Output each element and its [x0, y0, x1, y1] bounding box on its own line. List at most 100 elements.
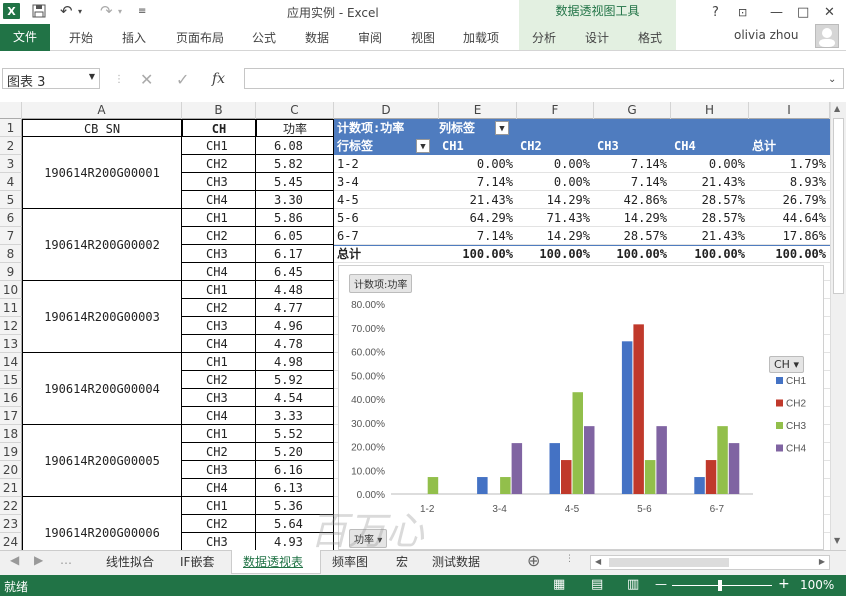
pivot-grand-total-cell[interactable]: 100.00%	[594, 245, 667, 263]
pivot-col-header[interactable]: CH1	[442, 137, 515, 155]
vertical-scrollbar[interactable]: ▲ ▼	[830, 102, 846, 550]
redo-icon[interactable]: ↷	[100, 2, 113, 20]
pivot-row-label[interactable]: 3-4	[337, 173, 427, 191]
pivot-row-label[interactable]: 5-6	[337, 209, 427, 227]
cell-power[interactable]: 6.08	[256, 137, 334, 155]
pivot-column-labels[interactable]: 列标签	[439, 119, 499, 137]
scroll-right-icon[interactable]: ▶	[819, 557, 825, 566]
row-header[interactable]: 18	[0, 425, 22, 443]
pivot-grand-total-label[interactable]: 总计	[337, 245, 427, 263]
row-header[interactable]: 10	[0, 281, 22, 299]
cell-cb-sn[interactable]: 190614R200G00004	[22, 353, 182, 425]
row-header[interactable]: 17	[0, 407, 22, 425]
cell-power[interactable]: 3.30	[256, 191, 334, 209]
pivot-grand-total-cell[interactable]: 100.00%	[517, 245, 590, 263]
formula-input[interactable]	[244, 68, 844, 89]
more-sheets-icon[interactable]: …	[60, 553, 72, 567]
row-header[interactable]: 7	[0, 227, 22, 245]
row-header[interactable]: 16	[0, 389, 22, 407]
tab-insert[interactable]: 插入	[122, 29, 146, 46]
tab-review[interactable]: 审阅	[358, 29, 382, 46]
pivot-value-cell[interactable]: 64.29%	[439, 209, 513, 227]
pivot-value-cell[interactable]: 14.29%	[517, 191, 590, 209]
next-sheet-icon[interactable]: ▶	[34, 553, 43, 567]
cell-ch[interactable]: CH4	[182, 191, 256, 209]
column-header[interactable]: G	[594, 102, 671, 119]
cell-power[interactable]: 3.33	[256, 407, 334, 425]
horizontal-scrollbar[interactable]: ◀ ▶	[590, 555, 830, 570]
tab-view[interactable]: 视图	[411, 29, 435, 46]
row-header[interactable]: 20	[0, 461, 22, 479]
pivot-value-cell[interactable]: 7.14%	[594, 155, 667, 173]
row-header[interactable]: 22	[0, 497, 22, 515]
pivot-value-cell[interactable]: 21.43%	[671, 173, 745, 191]
page-layout-view-icon[interactable]: ▤	[591, 577, 603, 592]
row-header[interactable]: 2	[0, 137, 22, 155]
column-header[interactable]: D	[334, 102, 439, 119]
cell-power[interactable]: 4.78	[256, 335, 334, 353]
help-icon[interactable]: ?	[712, 3, 719, 21]
scrollbar-thumb[interactable]	[833, 118, 844, 294]
cell-ch[interactable]: CH1	[182, 353, 256, 371]
cell-ch[interactable]: CH3	[182, 389, 256, 407]
cell-ch[interactable]: CH1	[182, 497, 256, 515]
pivot-value-cell[interactable]: 0.00%	[517, 173, 590, 191]
pivot-grand-total-cell[interactable]: 100.00%	[671, 245, 745, 263]
name-box-dropdown-icon[interactable]: ▼	[89, 72, 95, 81]
row-header[interactable]: 24	[0, 533, 22, 550]
pivot-row-label[interactable]: 6-7	[337, 227, 427, 245]
column-header[interactable]: C	[256, 102, 334, 119]
cell-ch[interactable]: CH2	[182, 371, 256, 389]
pivot-value-cell[interactable]: 26.79%	[749, 191, 826, 209]
row-header[interactable]: 23	[0, 515, 22, 533]
cell-ch[interactable]: CH3	[182, 317, 256, 335]
pivot-row-labels[interactable]: 行标签	[337, 137, 397, 155]
tab-analyze[interactable]: 分析	[532, 29, 556, 46]
row-header[interactable]: 19	[0, 443, 22, 461]
cell-power[interactable]: 5.82	[256, 155, 334, 173]
scroll-down-icon[interactable]: ▼	[834, 536, 840, 545]
pivot-col-header[interactable]: CH4	[674, 137, 747, 155]
cell-ch[interactable]: CH2	[182, 227, 256, 245]
hscroll-thumb[interactable]	[609, 558, 729, 567]
minimize-icon[interactable]: —	[770, 3, 783, 21]
pivot-value-cell[interactable]: 7.14%	[439, 173, 513, 191]
pivot-value-cell[interactable]: 17.86%	[749, 227, 826, 245]
row-header[interactable]: 8	[0, 245, 22, 263]
column-header[interactable]: B	[182, 102, 256, 119]
cell-ch[interactable]: CH4	[182, 407, 256, 425]
cell-ch[interactable]: CH3	[182, 245, 256, 263]
scroll-up-icon[interactable]: ▲	[834, 104, 840, 113]
pivot-value-cell[interactable]: 28.57%	[671, 209, 745, 227]
column-header[interactable]: I	[749, 102, 830, 119]
save-icon[interactable]	[32, 2, 46, 20]
cell-power[interactable]: 4.77	[256, 299, 334, 317]
zoom-slider-thumb[interactable]	[718, 580, 722, 591]
name-box[interactable]: 图表 3 ▼	[2, 68, 100, 90]
pivot-value-cell[interactable]: 28.57%	[671, 191, 745, 209]
row-header[interactable]: 21	[0, 479, 22, 497]
row-header[interactable]: 11	[0, 299, 22, 317]
cell-power[interactable]: 4.96	[256, 317, 334, 335]
pivot-value-cell[interactable]: 44.64%	[749, 209, 826, 227]
prev-sheet-icon[interactable]: ◀	[10, 553, 19, 567]
header-power[interactable]: 功率	[256, 119, 334, 137]
cell-ch[interactable]: CH3	[182, 461, 256, 479]
pivot-value-cell[interactable]: 21.43%	[439, 191, 513, 209]
undo-dropdown-icon[interactable]: ▾	[78, 2, 82, 20]
cell-ch[interactable]: CH4	[182, 335, 256, 353]
row-header[interactable]: 5	[0, 191, 22, 209]
column-header[interactable]: F	[517, 102, 594, 119]
zoom-slider[interactable]	[672, 585, 772, 586]
row-header[interactable]: 12	[0, 317, 22, 335]
cell-ch[interactable]: CH2	[182, 299, 256, 317]
tab-file[interactable]: 文件	[0, 24, 50, 51]
expand-formula-icon[interactable]: ⌄	[828, 70, 836, 88]
close-icon[interactable]: ✕	[824, 3, 835, 21]
customize-toolbar-icon[interactable]: ≡	[138, 2, 146, 20]
cell-ch[interactable]: CH1	[182, 137, 256, 155]
cell-ch[interactable]: CH2	[182, 155, 256, 173]
cell-power[interactable]: 5.86	[256, 209, 334, 227]
cell-cb-sn[interactable]: 190614R200G00006	[22, 497, 182, 550]
normal-view-icon[interactable]: ▦	[553, 577, 565, 592]
